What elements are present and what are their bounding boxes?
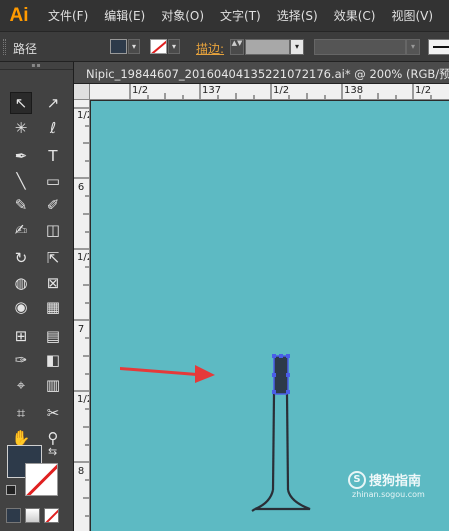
menu-view[interactable]: 视图(V) xyxy=(391,7,433,24)
ruler-label: 1/2 xyxy=(273,85,290,96)
stroke-color-dropdown-button[interactable]: ▾ xyxy=(168,39,180,54)
control-bar: 路径 ▾ ▾ 描边: ▲▼ ▾ ▾ xyxy=(0,32,449,62)
lasso-tool-icon[interactable]: ℓ xyxy=(42,117,64,139)
perspective-grid-tool-icon[interactable]: ▦ xyxy=(42,296,64,318)
document-tab-title: Nipic_19844607_20160404135221072176.ai* … xyxy=(86,67,449,81)
shape-builder-tool-icon[interactable]: ◉ xyxy=(10,296,32,318)
line-segment-tool-icon[interactable]: ╲ xyxy=(10,170,32,192)
watermark-text: 搜狗指南 xyxy=(369,474,422,489)
artboard-canvas[interactable] xyxy=(91,101,449,531)
mesh-tool-icon[interactable]: ⊞ xyxy=(10,325,32,347)
scale-tool-icon[interactable]: ⇱ xyxy=(42,247,64,269)
ruler-label: 8 xyxy=(77,466,85,477)
artwork[interactable] xyxy=(91,101,449,531)
none-mode-button[interactable] xyxy=(44,508,59,523)
gradient-tool-icon[interactable]: ▤ xyxy=(42,325,64,347)
stroke-weight-input[interactable] xyxy=(245,39,290,55)
panel-grip-icon: ▪▪ xyxy=(31,62,42,69)
menu-file[interactable]: 文件(F) xyxy=(48,7,88,24)
app-logo: Ai xyxy=(9,4,29,26)
sogou-logo-icon: S xyxy=(348,470,366,489)
width-tool-icon[interactable]: ◍ xyxy=(10,272,32,294)
column-graph-tool-icon[interactable]: ▥ xyxy=(42,374,64,396)
selection-tool-icon[interactable]: ↖ xyxy=(10,92,32,114)
ruler-label: 137 xyxy=(202,85,222,96)
pen-tool-icon[interactable]: ✒ xyxy=(10,145,32,167)
stroke-weight-spinner[interactable]: ▲▼ xyxy=(230,39,244,55)
tools-panel-header[interactable]: ▪▪ xyxy=(0,62,73,70)
variable-width-profile-dropdown[interactable]: ▾ xyxy=(406,39,420,55)
pencil-tool-icon[interactable]: ✐ xyxy=(42,194,64,216)
tool-grid: ↖ ↗ ✳ ℓ ✒ T ╲ ▭ ✎ ✐ ✍ ◫ ↻ ⇱ ◍ ⊠ ◉ ▦ ⊞ ▤ ✑ ◧ ⌖ ▥ ⌗ ✂ ✋… xyxy=(6,92,68,451)
tools-panel: ▪▪ ↖ ↗ ✳ ℓ ✒ T ╲ ▭ ✎ ✐ ✍ ◫ ↻ ⇱ ◍ ⊠ ◉ ▦ ⊞ ▤ ✑ ◧ ⌖ ▥ ⌗… xyxy=(0,62,74,531)
selected-path[interactable] xyxy=(272,354,290,395)
watermark-url: zhinan.sogou.com xyxy=(352,490,425,499)
object-type-label: 路径 xyxy=(13,42,38,56)
red-arrow-icon xyxy=(120,365,215,383)
ruler-label: 7 xyxy=(77,324,85,335)
stroke-color-box[interactable] xyxy=(25,463,58,496)
sogou-watermark: S 搜狗指南 xyxy=(348,470,421,489)
swap-fill-stroke-icon[interactable]: ⇆ xyxy=(48,445,57,458)
gradient-mode-button[interactable] xyxy=(25,508,40,523)
menu-select[interactable]: 选择(S) xyxy=(277,7,318,24)
ruler-label: 1/2 xyxy=(77,252,89,263)
ruler-label: 1/2 xyxy=(132,85,149,96)
stroke-weight-dropdown[interactable]: ▾ xyxy=(290,39,304,55)
paintbrush-tool-icon[interactable]: ✎ xyxy=(10,194,32,216)
fill-color-swatch[interactable] xyxy=(110,39,127,54)
document-tab[interactable]: Nipic_19844607_20160404135221072176.ai* … xyxy=(74,62,449,84)
stroke-weight-label[interactable]: 描边: xyxy=(196,40,224,57)
variable-width-profile[interactable] xyxy=(314,39,406,55)
free-transform-tool-icon[interactable]: ⊠ xyxy=(42,272,64,294)
type-tool-icon[interactable]: T xyxy=(42,145,64,167)
eraser-tool-icon[interactable]: ◫ xyxy=(42,219,64,241)
ruler-label: 1/2 xyxy=(415,85,432,96)
color-mode-row xyxy=(6,508,59,523)
brush-definition[interactable] xyxy=(428,39,449,55)
eyedropper-tool-icon[interactable]: ✑ xyxy=(10,349,32,371)
ruler-label: 1/2 xyxy=(77,394,89,405)
artboard-tool-icon[interactable]: ⌗ xyxy=(10,402,32,424)
stroke-color-swatch[interactable] xyxy=(150,39,167,54)
magic-wand-tool-icon[interactable]: ✳ xyxy=(10,117,32,139)
rectangle-tool-icon[interactable]: ▭ xyxy=(42,170,64,192)
shape-outline[interactable] xyxy=(251,393,311,512)
vertical-ruler[interactable]: 1/2 6 1/2 7 1/2 8 xyxy=(74,100,90,531)
ruler-origin[interactable] xyxy=(74,84,90,100)
ruler-label: 1/2 xyxy=(77,110,89,121)
ruler-label: 6 xyxy=(77,182,85,193)
control-bar-grip[interactable] xyxy=(3,39,6,55)
menu-object[interactable]: 对象(O) xyxy=(161,7,204,24)
ruler-label: 138 xyxy=(344,85,364,96)
menu-effect[interactable]: 效果(C) xyxy=(334,7,376,24)
symbol-sprayer-tool-icon[interactable]: ⌖ xyxy=(10,374,32,396)
rotate-tool-icon[interactable]: ↻ xyxy=(10,247,32,269)
menu-bar: Ai 文件(F) 编辑(E) 对象(O) 文字(T) 选择(S) 效果(C) 视… xyxy=(0,0,449,32)
default-fill-stroke-icon[interactable] xyxy=(6,485,16,495)
slice-tool-icon[interactable]: ✂ xyxy=(42,402,64,424)
menu-type[interactable]: 文字(T) xyxy=(220,7,261,24)
menu-edit[interactable]: 编辑(E) xyxy=(104,7,145,24)
blend-tool-icon[interactable]: ◧ xyxy=(42,349,64,371)
horizontal-ruler[interactable]: 1/2 137 1/2 138 1/2 xyxy=(90,84,449,100)
blob-brush-tool-icon[interactable]: ✍ xyxy=(10,219,32,241)
direct-selection-tool-icon[interactable]: ↗ xyxy=(42,92,64,114)
fill-dropdown-button[interactable]: ▾ xyxy=(128,39,140,54)
color-mode-button[interactable] xyxy=(6,508,21,523)
